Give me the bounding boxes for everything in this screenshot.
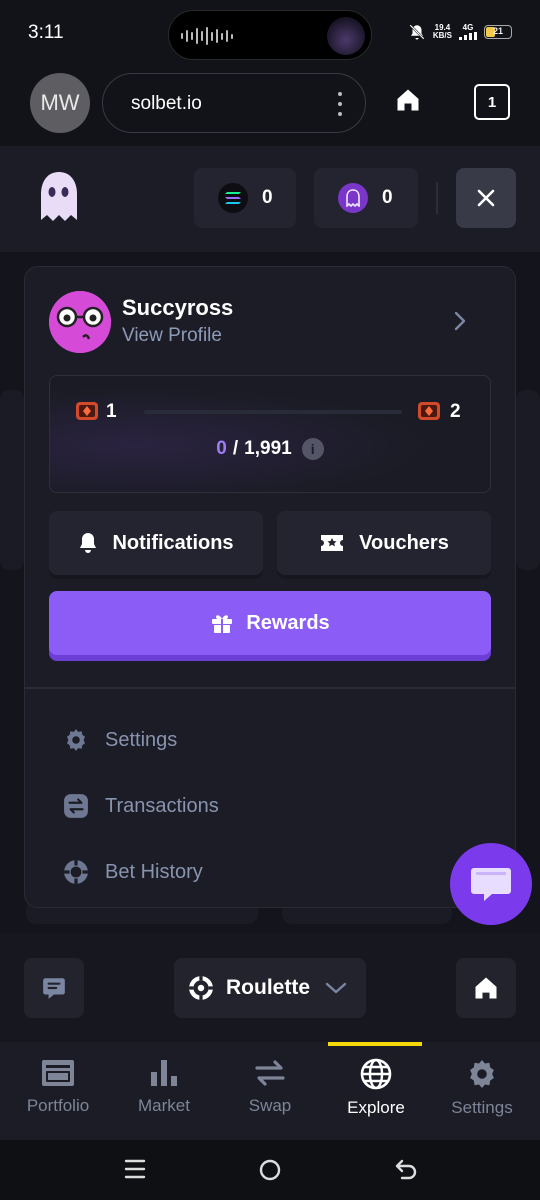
gear-icon xyxy=(470,1060,494,1088)
level-progress-card: 1 2 0 / 1,991 i xyxy=(49,375,491,493)
nav-label-swap: Swap xyxy=(248,1096,292,1115)
wallet-icon xyxy=(42,1060,74,1086)
info-icon[interactable]: i xyxy=(301,438,324,460)
chevron-down-icon xyxy=(325,982,347,994)
media-thumbnail xyxy=(327,17,365,55)
profile-panel: Succyross View Profile 1 2 0 / 1,991 i N… xyxy=(24,266,516,908)
nav-label-explore: Explore xyxy=(347,1098,405,1117)
menu-label-bet-history: Bet History xyxy=(105,860,203,883)
system-nav-bar xyxy=(0,1140,540,1200)
menu-item-bet-history[interactable]: Bet History xyxy=(63,859,203,885)
ghost-logo-icon[interactable] xyxy=(36,170,82,226)
chat-bubble-icon xyxy=(471,868,511,901)
level-badge-icon xyxy=(76,402,98,420)
gift-icon xyxy=(212,615,233,633)
username[interactable]: Succyross xyxy=(122,295,233,321)
browser-account-avatar[interactable]: MW xyxy=(30,73,90,133)
vouchers-label: Vouchers xyxy=(359,531,449,554)
nav-label-market: Market xyxy=(138,1096,190,1115)
solana-icon xyxy=(218,183,248,213)
chat-toggle-button[interactable] xyxy=(24,958,84,1018)
nav-label-portfolio: Portfolio xyxy=(26,1096,90,1115)
menu-label-transactions: Transactions xyxy=(105,794,219,817)
back-icon[interactable] xyxy=(394,1158,418,1182)
net-speed: 19.4 KB/S xyxy=(432,23,452,40)
url-bar[interactable]: solbet.io xyxy=(102,73,366,133)
bell-icon xyxy=(80,533,97,553)
level-next: 2 xyxy=(450,401,461,422)
message-icon xyxy=(43,978,65,999)
vouchers-button[interactable]: Vouchers xyxy=(277,511,491,575)
chevron-right-icon[interactable] xyxy=(449,309,471,333)
background-card xyxy=(0,390,24,570)
close-button[interactable] xyxy=(456,168,516,228)
sol-balance-amount: 0 xyxy=(262,187,273,208)
rewards-button[interactable]: Rewards xyxy=(49,591,491,655)
ticket-icon xyxy=(321,535,344,551)
roulette-wheel-icon xyxy=(189,976,213,1000)
background-card xyxy=(516,390,540,570)
game-selector[interactable]: Roulette xyxy=(174,958,366,1018)
nav-market[interactable]: Market xyxy=(110,1042,218,1140)
globe-icon xyxy=(360,1058,392,1090)
level-badge-icon xyxy=(418,402,440,420)
home-icon xyxy=(475,977,497,999)
swap-arrows-icon xyxy=(255,1060,285,1086)
game-toolbar: Roulette xyxy=(0,934,540,1042)
url-text[interactable]: solbet.io xyxy=(131,93,202,115)
notifications-label: Notifications xyxy=(112,531,234,554)
notifications-button[interactable]: Notifications xyxy=(49,511,263,575)
bar-chart-icon xyxy=(151,1060,177,1086)
level-current: 1 xyxy=(106,401,117,422)
ghost-coin-icon xyxy=(338,183,368,213)
xp-total: 1,991 xyxy=(244,438,292,459)
status-time: 3:11 xyxy=(28,22,64,43)
network-type: 4G xyxy=(459,24,477,40)
game-selector-label: Roulette xyxy=(226,976,310,999)
menu-item-transactions[interactable]: Transactions xyxy=(63,793,219,819)
home-circle-icon[interactable] xyxy=(258,1158,282,1182)
live-chat-button[interactable] xyxy=(450,843,532,925)
mute-bell-icon xyxy=(409,24,425,40)
gear-icon xyxy=(67,729,85,751)
bottom-nav: Portfolio Market Swap Explore Settings xyxy=(0,1042,540,1140)
header-divider xyxy=(436,182,438,214)
rewards-label: Rewards xyxy=(246,611,330,634)
xp-current: 0 xyxy=(216,438,227,459)
level-progress-bar xyxy=(144,410,402,414)
dynamic-island xyxy=(168,10,372,60)
sol-balance[interactable]: 0 xyxy=(194,168,296,228)
swap-icon xyxy=(64,794,88,818)
view-profile-link[interactable]: View Profile xyxy=(122,325,222,347)
nav-label-settings: Settings xyxy=(451,1098,513,1117)
nerd-avatar-icon xyxy=(49,291,111,353)
signal-icon xyxy=(459,32,477,40)
app-header: 0 0 xyxy=(0,146,540,252)
menu-item-settings[interactable]: Settings xyxy=(63,727,177,753)
app-home-button[interactable] xyxy=(456,958,516,1018)
more-vert-icon[interactable] xyxy=(337,92,343,116)
nav-swap[interactable]: Swap xyxy=(216,1042,324,1140)
ghost-balance[interactable]: 0 xyxy=(314,168,418,228)
nav-portfolio[interactable]: Portfolio xyxy=(4,1042,112,1140)
status-bar: 3:11 19.4 KB/S 4G 21 xyxy=(0,0,540,68)
xp-row: 0 / 1,991 i xyxy=(50,438,490,460)
browser-bar: MW solbet.io 1 xyxy=(0,68,540,146)
recents-icon[interactable] xyxy=(124,1158,146,1180)
panel-divider xyxy=(25,687,515,689)
audio-wave-icon xyxy=(181,26,233,46)
status-icons: 19.4 KB/S 4G 21 xyxy=(408,23,512,41)
menu-label-settings: Settings xyxy=(105,728,178,751)
close-icon xyxy=(477,189,495,207)
tab-switcher-button[interactable]: 1 xyxy=(474,84,510,120)
battery-icon: 21 xyxy=(484,25,512,39)
xp-separator: / xyxy=(232,438,239,459)
browser-home-icon[interactable] xyxy=(394,86,422,114)
user-avatar[interactable] xyxy=(49,291,111,353)
nav-settings[interactable]: Settings xyxy=(428,1042,536,1140)
chip-icon xyxy=(64,860,88,884)
ghost-balance-amount: 0 xyxy=(382,187,393,208)
nav-explore[interactable]: Explore xyxy=(322,1042,430,1140)
